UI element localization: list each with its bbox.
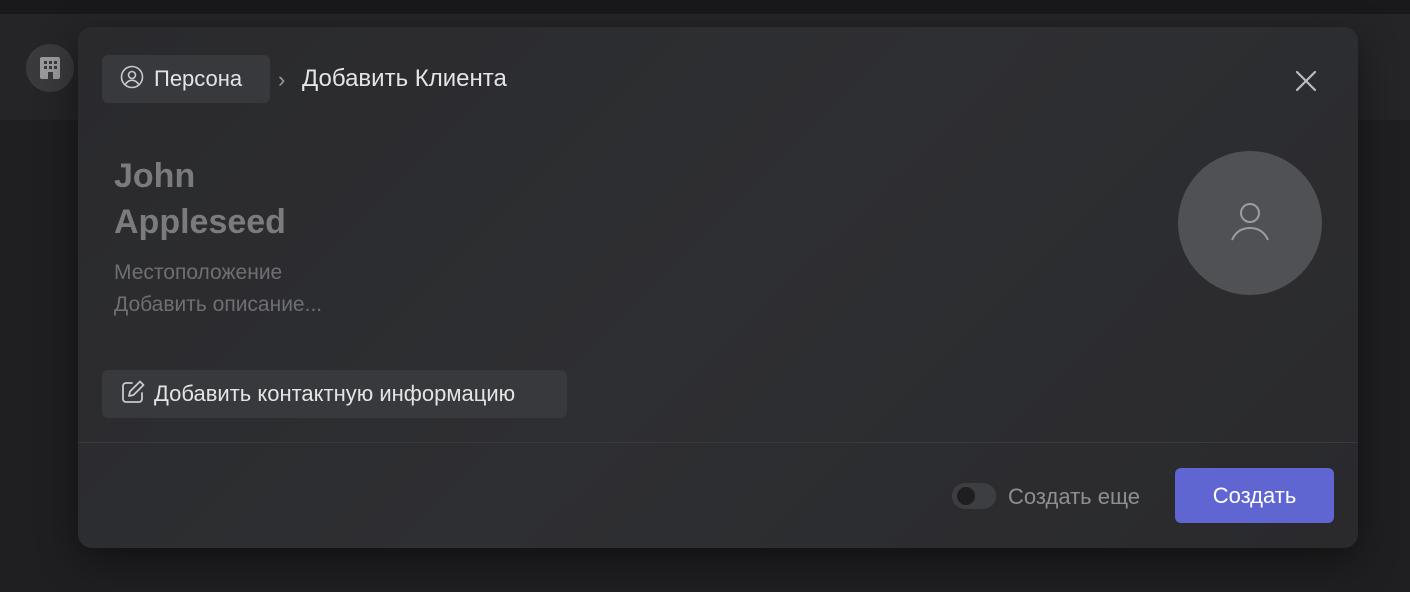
close-button[interactable] [1286, 63, 1326, 103]
footer-divider [78, 442, 1358, 443]
add-client-dialog: Персона › Добавить Клиента John Applesee… [78, 27, 1358, 548]
entity-type-label: Персона [154, 66, 243, 91]
name-first-line: John [114, 157, 196, 195]
person-circle-icon [120, 65, 144, 94]
description-input[interactable]: Добавить описание... [114, 293, 322, 317]
user-icon [1230, 200, 1270, 247]
create-button[interactable]: Создать [1175, 468, 1334, 523]
entity-type-selector[interactable]: Персона [102, 55, 270, 103]
location-input[interactable]: Местоположение [114, 261, 282, 285]
add-contact-info-button[interactable]: Добавить контактную информацию [102, 370, 567, 418]
edit-icon [120, 379, 146, 410]
avatar-upload[interactable] [1178, 151, 1322, 295]
create-more-label: Создать еще [1008, 484, 1141, 509]
dialog-title: Добавить Клиента [302, 65, 507, 92]
name-input[interactable]: John Appleseed [114, 153, 814, 245]
breadcrumb-separator: › [278, 67, 286, 92]
building-icon [26, 44, 74, 92]
close-icon [1295, 70, 1317, 97]
toggle-knob [957, 487, 975, 505]
create-more-toggle[interactable] [952, 483, 996, 509]
name-second-line: Appleseed [114, 203, 286, 241]
background-top-bar [0, 0, 1410, 14]
add-contact-info-label: Добавить контактную информацию [154, 381, 516, 406]
